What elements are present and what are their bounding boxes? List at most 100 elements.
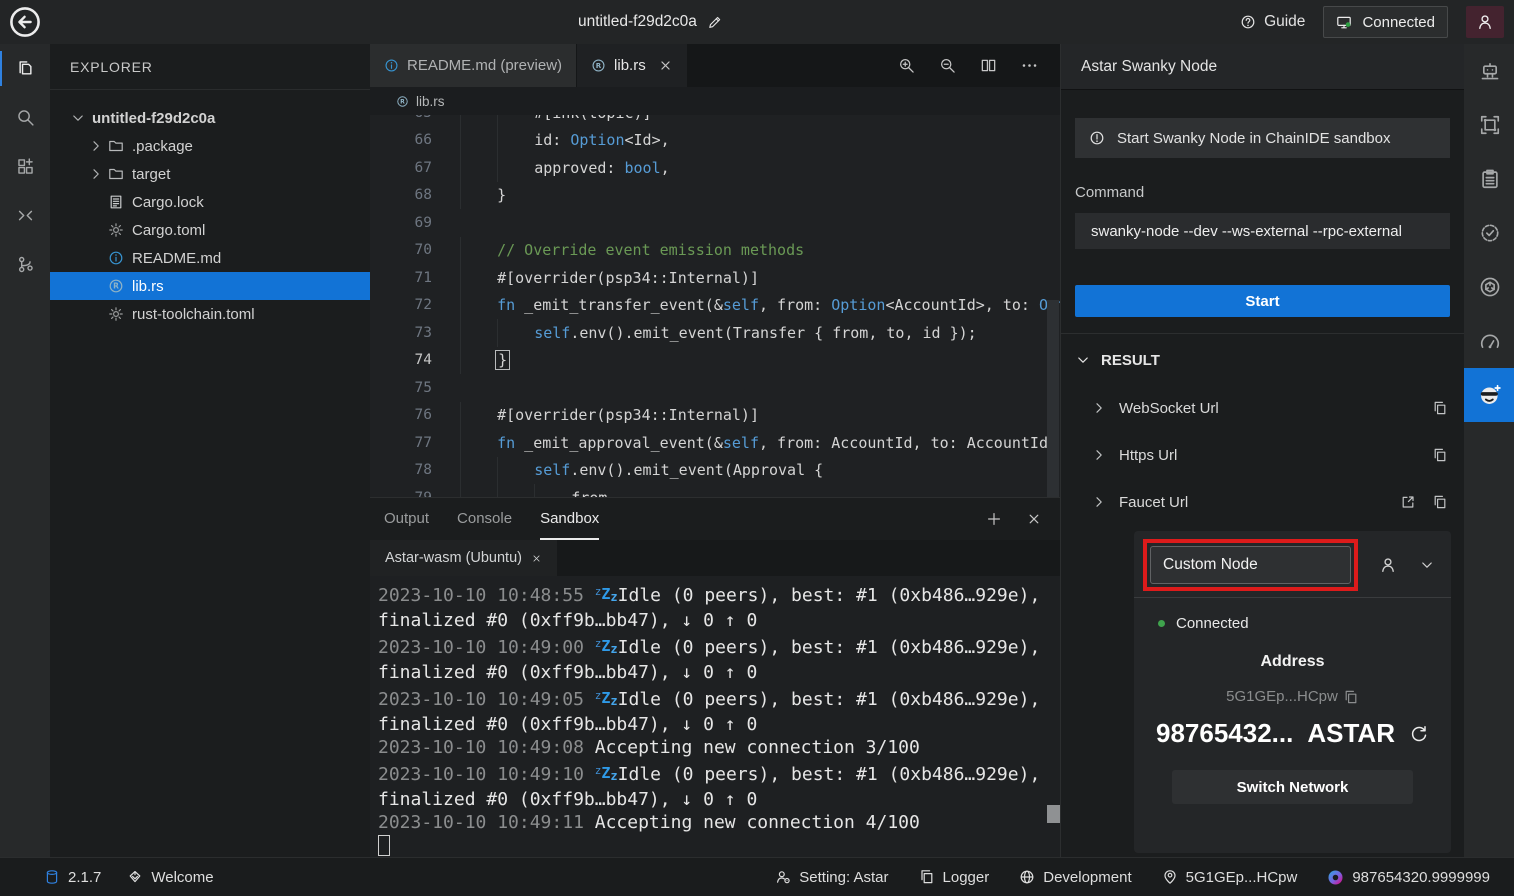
tree-item-cargo-toml[interactable]: Cargo.toml [50, 216, 370, 244]
breadcrumb-label: lib.rs [416, 94, 445, 109]
panel-tab-label: Console [457, 510, 512, 527]
panel-tab-console[interactable]: Console [457, 498, 512, 540]
start-button[interactable]: Start [1075, 285, 1450, 317]
tree-item-label: target [132, 166, 170, 183]
activity-badge-check[interactable] [1464, 206, 1514, 260]
result-item-label: WebSocket Url [1119, 400, 1219, 417]
status-987654320-9999999[interactable]: 987654320.9999999 [1327, 869, 1490, 886]
sandbox-log[interactable]: 2023-10-10 10:48:55 zZzIdle (0 peers), b… [370, 576, 1060, 857]
copy-icon[interactable] [1432, 400, 1448, 416]
close-panel-icon[interactable] [1026, 511, 1042, 527]
activity-clipboard[interactable] [1464, 152, 1514, 206]
log-scrollbar[interactable] [1047, 805, 1060, 823]
activity-gauge[interactable] [1464, 314, 1514, 368]
code-editor[interactable]: 65#[ink(topic)]66id: Option<Id>,67approv… [370, 115, 1060, 497]
refresh-icon[interactable] [1409, 724, 1429, 744]
external-icon[interactable] [1400, 494, 1416, 510]
line-number: 68 [370, 187, 432, 203]
line-number: 66 [370, 132, 432, 148]
chevron-down-icon [70, 110, 86, 126]
panel-tab-output[interactable]: Output [384, 498, 429, 540]
database-icon [44, 869, 60, 885]
topbar-actions: Guide Connected [1240, 6, 1514, 38]
address-row: 5G1GEp...HCpw [1134, 688, 1451, 705]
tree-item-cargo-lock[interactable]: Cargo.lock [50, 188, 370, 216]
status-setting-astar[interactable]: Setting: Astar [775, 869, 888, 886]
connected-button[interactable]: Connected [1323, 6, 1448, 38]
activity-collapse[interactable] [0, 191, 50, 240]
close-icon[interactable] [658, 58, 673, 73]
activity-git-branch[interactable] [0, 240, 50, 289]
sleep-icon: zZz [595, 585, 618, 606]
breadcrumb[interactable]: R lib.rs [370, 87, 1060, 115]
svg-text:R: R [596, 61, 602, 70]
result-header[interactable]: RESULT [1075, 344, 1448, 376]
copy-icon[interactable] [1432, 494, 1448, 510]
activity-openai[interactable] [1464, 260, 1514, 314]
activity-cool-face[interactable] [1464, 368, 1514, 422]
code-line: 67approved: bool, [370, 154, 1060, 182]
globe-icon [1019, 869, 1035, 885]
result-item-label: Https Url [1119, 447, 1177, 464]
command-input[interactable]: swanky-node --dev --ws-external --rpc-ex… [1075, 213, 1450, 249]
copy-icon[interactable] [1343, 689, 1359, 705]
activity-blocks-plus[interactable] [0, 142, 50, 191]
app-window: untitled-f29d2c0a Guide Connected EXPLOR… [0, 0, 1514, 896]
status-logger[interactable]: Logger [919, 869, 990, 886]
copy-icon[interactable] [1432, 447, 1448, 463]
editor-scrollbar[interactable] [1047, 300, 1059, 497]
activity-search[interactable] [0, 93, 50, 142]
activity-files[interactable] [0, 44, 50, 93]
status-5g1gep-hcpw[interactable]: 5G1GEp...HCpw [1162, 869, 1298, 886]
activity-robot[interactable] [1464, 44, 1514, 98]
account-icon[interactable] [1379, 556, 1397, 574]
tab-lib-rs[interactable]: Rlib.rs [577, 44, 688, 87]
switch-network-button[interactable]: Switch Network [1172, 770, 1413, 804]
balance-value: 98765432... [1156, 718, 1293, 749]
activity-scan-blocks[interactable] [1464, 98, 1514, 152]
status-label: Setting: Astar [799, 869, 888, 886]
editor-tabs: README.md (preview)Rlib.rs [370, 44, 688, 87]
tree-item-rust-toolchain-toml[interactable]: rust-toolchain.toml [50, 300, 370, 328]
panel-actions [986, 498, 1060, 540]
sleep-icon: zZz [595, 689, 618, 710]
explorer-header-label: EXPLORER [70, 59, 153, 75]
chevron-down-icon[interactable] [1419, 557, 1435, 573]
tree-item-lib-rs[interactable]: Rlib.rs [50, 272, 370, 300]
more-actions-icon[interactable] [1021, 57, 1038, 74]
status-2-1-7[interactable]: 2.1.7 [44, 869, 101, 886]
panel-tab-sandbox[interactable]: Sandbox [540, 498, 599, 540]
sandbox-instance-tab[interactable]: Astar-wasm (Ubuntu) [370, 540, 557, 576]
add-terminal-icon[interactable] [986, 511, 1002, 527]
zoom-out-icon[interactable] [939, 57, 956, 74]
result-item-faucet-url[interactable]: Faucet Url [1075, 487, 1448, 517]
result-items: WebSocket Url Https Url Faucet Url [1075, 393, 1448, 517]
tree-item-readme-md[interactable]: README.md [50, 244, 370, 272]
tab-readme-md-preview[interactable]: README.md (preview) [370, 44, 577, 87]
tree-item-package[interactable]: .package [50, 132, 370, 160]
zoom-in-icon[interactable] [898, 57, 915, 74]
node-select-value: Custom Node [1163, 556, 1258, 574]
avatar-button[interactable] [1466, 6, 1504, 38]
plugin-header: Astar Swanky Node [1061, 44, 1464, 90]
chevron-right-icon [1091, 400, 1107, 416]
guide-link[interactable]: Guide [1240, 13, 1305, 31]
close-instance-icon[interactable] [531, 553, 542, 564]
node-select[interactable]: Custom Node [1150, 546, 1351, 584]
split-editor-icon[interactable] [980, 57, 997, 74]
gear-icon [108, 306, 124, 322]
back-icon[interactable] [9, 6, 41, 38]
status-label: Connected [1176, 615, 1249, 632]
status-label: 5G1GEp...HCpw [1186, 869, 1298, 886]
tree-item-target[interactable]: target [50, 160, 370, 188]
sandbox-subtab-bar: Astar-wasm (Ubuntu) [370, 540, 1060, 576]
status-development[interactable]: Development [1019, 869, 1131, 886]
collapse-icon [16, 206, 35, 225]
person-gear-icon [775, 869, 791, 885]
pencil-icon[interactable] [707, 15, 722, 30]
result-item-https-url[interactable]: Https Url [1075, 440, 1448, 470]
tree-root[interactable]: untitled-f29d2c0a [50, 104, 370, 132]
status-welcome[interactable]: Welcome [127, 869, 213, 886]
code-line: 73self.env().emit_event(Transfer { from,… [370, 319, 1060, 347]
result-item-websocket-url[interactable]: WebSocket Url [1075, 393, 1448, 423]
